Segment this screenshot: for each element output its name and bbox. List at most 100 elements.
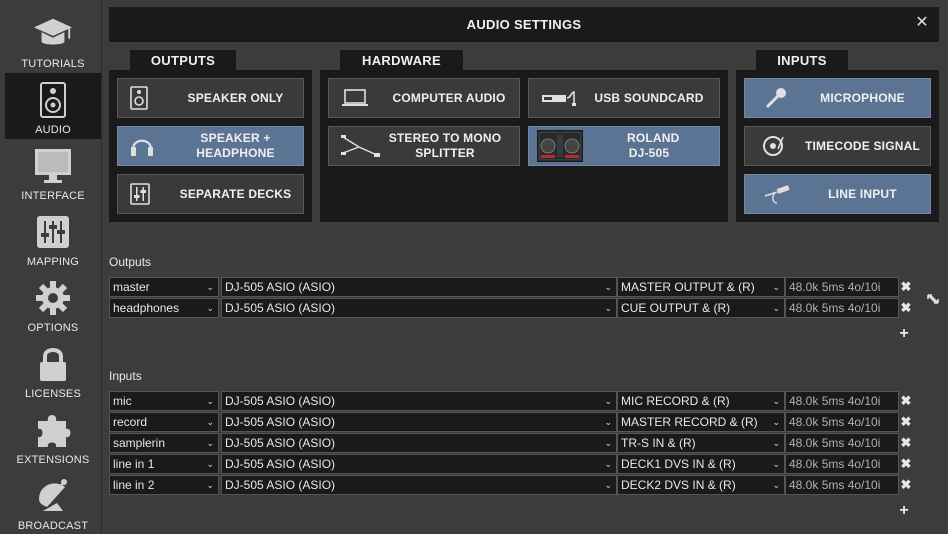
chevron-down-icon: ⌄	[604, 303, 612, 313]
remove-row-icon[interactable]: ✖	[900, 277, 912, 297]
channel-select[interactable]: MIC RECORD & (R) ⌄	[617, 391, 785, 411]
remove-row-icon[interactable]: ✖	[900, 475, 912, 495]
cell-value: samplerin	[113, 436, 166, 450]
section-tab-outputs: OUTPUTS	[130, 50, 236, 70]
chevron-down-icon: ⌄	[206, 438, 214, 448]
name-select[interactable]: mic ⌄	[109, 391, 219, 411]
timecode-signal-button[interactable]: TIMECODE SIGNAL	[744, 126, 931, 166]
add-output-button[interactable]: +	[897, 326, 911, 342]
device-select[interactable]: DJ-505 ASIO (ASIO) ⌄	[221, 298, 617, 318]
cell-value: MASTER RECORD & (R)	[621, 415, 758, 429]
gear-icon	[33, 278, 73, 318]
sidebar-item-mapping[interactable]: MAPPING	[5, 205, 101, 271]
cell-value: line in 1	[113, 457, 155, 471]
sidebar-item-label: INTERFACE	[21, 190, 85, 202]
hardware-panel: COMPUTER AUDIO USB SOUNDCARD STEREO TO M…	[320, 70, 728, 222]
computer-audio-button[interactable]: COMPUTER AUDIO	[328, 78, 520, 118]
chevron-down-icon: ⌄	[772, 459, 780, 469]
device-select[interactable]: DJ-505 ASIO (ASIO) ⌄	[221, 412, 617, 432]
speaker-only-button[interactable]: SPEAKER ONLY	[117, 78, 304, 118]
channel-select[interactable]: MASTER OUTPUT & (R) ⌄	[617, 277, 785, 297]
chevron-down-icon: ⌄	[604, 396, 612, 406]
cell-value: MIC RECORD & (R)	[621, 394, 730, 408]
close-icon[interactable]: ✕	[913, 14, 931, 32]
cell-value: DJ-505 ASIO (ASIO)	[225, 478, 336, 492]
sidebar-item-extensions[interactable]: EXTENSIONS	[5, 403, 101, 469]
chevron-down-icon: ⌄	[772, 480, 780, 490]
channel-select[interactable]: CUE OUTPUT & (R) ⌄	[617, 298, 785, 318]
sidebar-item-licenses[interactable]: LICENSES	[5, 337, 101, 403]
window-title: AUDIO SETTINGS	[466, 17, 582, 32]
chevron-down-icon: ⌄	[772, 303, 780, 313]
sidebar-item-label: BROADCAST	[17, 520, 89, 532]
speaker-icon	[33, 80, 73, 120]
outputs-panel: SPEAKER ONLY SPEAKER + HEADPHONE SEPARAT…	[109, 70, 312, 222]
remove-row-icon[interactable]: ✖	[900, 454, 912, 474]
button-label: MICROPHONE	[820, 90, 905, 105]
device-select[interactable]: DJ-505 ASIO (ASIO) ⌄	[221, 277, 617, 297]
cell-value: MASTER OUTPUT & (R)	[621, 280, 755, 294]
chevron-down-icon: ⌄	[206, 396, 214, 406]
format-info: 48.0k 5ms 4o/10i	[785, 433, 899, 453]
device-select[interactable]: DJ-505 ASIO (ASIO) ⌄	[221, 391, 617, 411]
name-select[interactable]: master ⌄	[109, 277, 219, 297]
device-select[interactable]: DJ-505 ASIO (ASIO) ⌄	[221, 454, 617, 474]
chevron-down-icon: ⌄	[604, 459, 612, 469]
cell-value: TR-S IN & (R)	[621, 436, 696, 450]
cell-value: DJ-505 ASIO (ASIO)	[225, 394, 336, 408]
swap-rows-icon[interactable]	[926, 291, 940, 307]
title-bar: AUDIO SETTINGS ✕	[109, 7, 939, 42]
usb-soundcard-button[interactable]: USB SOUNDCARD	[528, 78, 720, 118]
cell-value: master	[113, 280, 150, 294]
add-input-button[interactable]: +	[897, 503, 911, 519]
format-info: 48.0k 5ms 4o/10i	[785, 277, 899, 297]
satellite-dish-icon	[33, 476, 73, 516]
channel-select[interactable]: DECK1 DVS IN & (R) ⌄	[617, 454, 785, 474]
sidebar-item-interface[interactable]: INTERFACE	[5, 139, 101, 205]
sidebar-item-tutorials[interactable]: TUTORIALS	[5, 7, 101, 73]
channel-select[interactable]: TR-S IN & (R) ⌄	[617, 433, 785, 453]
cell-value: DJ-505 ASIO (ASIO)	[225, 415, 336, 429]
separate-decks-button[interactable]: SEPARATE DECKS	[117, 174, 304, 214]
button-label: TIMECODE SIGNAL	[804, 138, 920, 153]
usb-soundcard-icon	[541, 89, 581, 107]
sidebar-item-broadcast[interactable]: BROADCAST	[5, 469, 101, 534]
remove-row-icon[interactable]: ✖	[900, 412, 912, 432]
speaker-headphone-button[interactable]: SPEAKER + HEADPHONE	[117, 126, 304, 166]
remove-row-icon[interactable]: ✖	[900, 298, 912, 318]
outputs-table-label: Outputs	[109, 255, 152, 269]
name-select[interactable]: samplerin ⌄	[109, 433, 219, 453]
lock-icon	[33, 344, 73, 384]
name-select[interactable]: line in 2 ⌄	[109, 475, 219, 495]
microphone-button[interactable]: MICROPHONE	[744, 78, 931, 118]
monitor-icon	[33, 146, 73, 186]
chevron-down-icon: ⌄	[206, 459, 214, 469]
name-select[interactable]: headphones ⌄	[109, 298, 219, 318]
cell-value: DJ-505 ASIO (ASIO)	[225, 436, 336, 450]
remove-row-icon[interactable]: ✖	[900, 391, 912, 411]
laptop-icon	[341, 89, 369, 107]
device-select[interactable]: DJ-505 ASIO (ASIO) ⌄	[221, 433, 617, 453]
channel-select[interactable]: MASTER RECORD & (R) ⌄	[617, 412, 785, 432]
sidebar: TUTORIALS AUDIO INTERFACE MAPPING OPTION…	[0, 0, 101, 534]
name-select[interactable]: record ⌄	[109, 412, 219, 432]
button-label: STEREO TO MONO SPLITTER	[388, 131, 502, 160]
sidebar-item-audio[interactable]: AUDIO	[5, 73, 101, 139]
line-input-button[interactable]: LINE INPUT	[744, 174, 931, 214]
name-select[interactable]: line in 1 ⌄	[109, 454, 219, 474]
cell-value: line in 2	[113, 478, 155, 492]
chevron-down-icon: ⌄	[772, 438, 780, 448]
remove-row-icon[interactable]: ✖	[900, 433, 912, 453]
mixer-icon	[130, 183, 150, 205]
microphone-icon	[765, 87, 787, 109]
channel-select[interactable]: DECK2 DVS IN & (R) ⌄	[617, 475, 785, 495]
roland-dj-505-button[interactable]: ROLAND DJ-505	[528, 126, 720, 166]
sidebar-item-options[interactable]: OPTIONS	[5, 271, 101, 337]
stereo-to-mono-splitter-button[interactable]: STEREO TO MONO SPLITTER	[328, 126, 520, 166]
chevron-down-icon: ⌄	[604, 282, 612, 292]
button-label: COMPUTER AUDIO	[392, 90, 506, 105]
format-info: 48.0k 5ms 4o/10i	[785, 454, 899, 474]
chevron-down-icon: ⌄	[604, 417, 612, 427]
chevron-down-icon: ⌄	[206, 282, 214, 292]
device-select[interactable]: DJ-505 ASIO (ASIO) ⌄	[221, 475, 617, 495]
